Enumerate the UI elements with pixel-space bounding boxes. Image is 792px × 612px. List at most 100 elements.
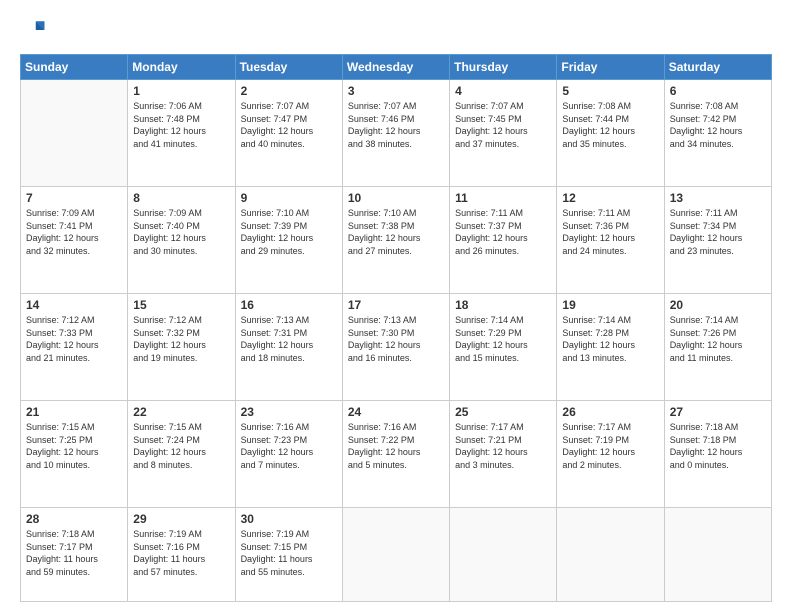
day-number: 8 bbox=[133, 191, 229, 205]
calendar-cell: 9 Sunrise: 7:10 AMSunset: 7:39 PMDaylight… bbox=[235, 187, 342, 294]
calendar-cell: 27 Sunrise: 7:18 AMSunset: 7:18 PMDayligh… bbox=[664, 401, 771, 508]
day-number: 10 bbox=[348, 191, 444, 205]
day-info: Sunrise: 7:17 AMSunset: 7:21 PMDaylight:… bbox=[455, 421, 551, 471]
calendar-row: 7 Sunrise: 7:09 AMSunset: 7:41 PMDaylight… bbox=[21, 187, 772, 294]
day-number: 20 bbox=[670, 298, 766, 312]
day-number: 29 bbox=[133, 512, 229, 526]
day-info: Sunrise: 7:11 AMSunset: 7:34 PMDaylight:… bbox=[670, 207, 766, 257]
day-number: 15 bbox=[133, 298, 229, 312]
logo bbox=[20, 16, 52, 44]
calendar-cell: 18 Sunrise: 7:14 AMSunset: 7:29 PMDayligh… bbox=[450, 294, 557, 401]
day-number: 22 bbox=[133, 405, 229, 419]
weekday-header: Monday bbox=[128, 55, 235, 80]
day-number: 25 bbox=[455, 405, 551, 419]
day-info: Sunrise: 7:11 AMSunset: 7:36 PMDaylight:… bbox=[562, 207, 658, 257]
calendar-cell: 28Sunrise: 7:18 AMSunset: 7:17 PMDayligh… bbox=[21, 508, 128, 602]
day-number: 24 bbox=[348, 405, 444, 419]
day-number: 5 bbox=[562, 84, 658, 98]
day-info: Sunrise: 7:08 AMSunset: 7:42 PMDaylight:… bbox=[670, 100, 766, 150]
calendar-cell: 25 Sunrise: 7:17 AMSunset: 7:21 PMDayligh… bbox=[450, 401, 557, 508]
calendar-cell: 7 Sunrise: 7:09 AMSunset: 7:41 PMDaylight… bbox=[21, 187, 128, 294]
calendar-cell bbox=[342, 508, 449, 602]
day-number: 6 bbox=[670, 84, 766, 98]
calendar-cell: 23 Sunrise: 7:16 AMSunset: 7:23 PMDayligh… bbox=[235, 401, 342, 508]
day-number: 11 bbox=[455, 191, 551, 205]
header bbox=[20, 16, 772, 44]
day-info: Sunrise: 7:12 AMSunset: 7:33 PMDaylight:… bbox=[26, 314, 122, 364]
day-number: 28 bbox=[26, 512, 122, 526]
day-number: 27 bbox=[670, 405, 766, 419]
day-info: Sunrise: 7:07 AMSunset: 7:47 PMDaylight:… bbox=[241, 100, 337, 150]
day-info: Sunrise: 7:14 AMSunset: 7:29 PMDaylight:… bbox=[455, 314, 551, 364]
calendar-cell: 5Sunrise: 7:08 AMSunset: 7:44 PMDaylight… bbox=[557, 80, 664, 187]
day-number: 21 bbox=[26, 405, 122, 419]
day-info: Sunrise: 7:19 AMSunset: 7:16 PMDaylight:… bbox=[133, 528, 229, 578]
weekday-header: Sunday bbox=[21, 55, 128, 80]
calendar-cell: 1Sunrise: 7:06 AMSunset: 7:48 PMDaylight… bbox=[128, 80, 235, 187]
day-info: Sunrise: 7:09 AMSunset: 7:41 PMDaylight:… bbox=[26, 207, 122, 257]
weekday-header: Wednesday bbox=[342, 55, 449, 80]
day-number: 9 bbox=[241, 191, 337, 205]
day-info: Sunrise: 7:07 AMSunset: 7:46 PMDaylight:… bbox=[348, 100, 444, 150]
day-info: Sunrise: 7:11 AMSunset: 7:37 PMDaylight:… bbox=[455, 207, 551, 257]
calendar-cell: 21 Sunrise: 7:15 AMSunset: 7:25 PMDayligh… bbox=[21, 401, 128, 508]
calendar-row: 14 Sunrise: 7:12 AMSunset: 7:33 PMDayligh… bbox=[21, 294, 772, 401]
calendar-header-row: SundayMondayTuesdayWednesdayThursdayFrid… bbox=[21, 55, 772, 80]
day-info: Sunrise: 7:15 AMSunset: 7:25 PMDaylight:… bbox=[26, 421, 122, 471]
weekday-header: Saturday bbox=[664, 55, 771, 80]
day-number: 3 bbox=[348, 84, 444, 98]
calendar-cell: 13 Sunrise: 7:11 AMSunset: 7:34 PMDayligh… bbox=[664, 187, 771, 294]
day-info: Sunrise: 7:09 AMSunset: 7:40 PMDaylight:… bbox=[133, 207, 229, 257]
day-number: 7 bbox=[26, 191, 122, 205]
calendar-cell: 30Sunrise: 7:19 AMSunset: 7:15 PMDayligh… bbox=[235, 508, 342, 602]
day-number: 18 bbox=[455, 298, 551, 312]
calendar-cell: 11 Sunrise: 7:11 AMSunset: 7:37 PMDayligh… bbox=[450, 187, 557, 294]
day-number: 26 bbox=[562, 405, 658, 419]
calendar-cell: 3 Sunrise: 7:07 AMSunset: 7:46 PMDaylight… bbox=[342, 80, 449, 187]
day-info: Sunrise: 7:18 AMSunset: 7:18 PMDaylight:… bbox=[670, 421, 766, 471]
calendar-cell: 14 Sunrise: 7:12 AMSunset: 7:33 PMDayligh… bbox=[21, 294, 128, 401]
calendar-cell bbox=[664, 508, 771, 602]
calendar-cell: 20 Sunrise: 7:14 AMSunset: 7:26 PMDayligh… bbox=[664, 294, 771, 401]
weekday-header: Thursday bbox=[450, 55, 557, 80]
day-info: Sunrise: 7:17 AMSunset: 7:19 PMDaylight:… bbox=[562, 421, 658, 471]
day-info: Sunrise: 7:06 AMSunset: 7:48 PMDaylight:… bbox=[133, 100, 229, 150]
page: SundayMondayTuesdayWednesdayThursdayFrid… bbox=[0, 0, 792, 612]
weekday-header: Tuesday bbox=[235, 55, 342, 80]
calendar-cell: 24Sunrise: 7:16 AMSunset: 7:22 PMDayligh… bbox=[342, 401, 449, 508]
day-number: 4 bbox=[455, 84, 551, 98]
day-number: 14 bbox=[26, 298, 122, 312]
day-number: 12 bbox=[562, 191, 658, 205]
day-info: Sunrise: 7:15 AMSunset: 7:24 PMDaylight:… bbox=[133, 421, 229, 471]
calendar-cell: 6 Sunrise: 7:08 AMSunset: 7:42 PMDaylight… bbox=[664, 80, 771, 187]
calendar-row: 1Sunrise: 7:06 AMSunset: 7:48 PMDaylight… bbox=[21, 80, 772, 187]
day-number: 16 bbox=[241, 298, 337, 312]
calendar-cell: 26 Sunrise: 7:17 AMSunset: 7:19 PMDayligh… bbox=[557, 401, 664, 508]
day-info: Sunrise: 7:10 AMSunset: 7:38 PMDaylight:… bbox=[348, 207, 444, 257]
day-info: Sunrise: 7:10 AMSunset: 7:39 PMDaylight:… bbox=[241, 207, 337, 257]
calendar-cell: 22 Sunrise: 7:15 AMSunset: 7:24 PMDayligh… bbox=[128, 401, 235, 508]
calendar-cell: 4 Sunrise: 7:07 AMSunset: 7:45 PMDaylight… bbox=[450, 80, 557, 187]
day-info: Sunrise: 7:07 AMSunset: 7:45 PMDaylight:… bbox=[455, 100, 551, 150]
calendar-cell: 16Sunrise: 7:13 AMSunset: 7:31 PMDayligh… bbox=[235, 294, 342, 401]
calendar-cell: 15 Sunrise: 7:12 AMSunset: 7:32 PMDayligh… bbox=[128, 294, 235, 401]
day-number: 17 bbox=[348, 298, 444, 312]
calendar-cell: 10 Sunrise: 7:10 AMSunset: 7:38 PMDayligh… bbox=[342, 187, 449, 294]
calendar-cell: 12 Sunrise: 7:11 AMSunset: 7:36 PMDayligh… bbox=[557, 187, 664, 294]
day-number: 19 bbox=[562, 298, 658, 312]
logo-icon bbox=[20, 16, 48, 44]
calendar-cell bbox=[450, 508, 557, 602]
day-info: Sunrise: 7:16 AMSunset: 7:23 PMDaylight:… bbox=[241, 421, 337, 471]
calendar-row: 28Sunrise: 7:18 AMSunset: 7:17 PMDayligh… bbox=[21, 508, 772, 602]
day-info: Sunrise: 7:13 AMSunset: 7:30 PMDaylight:… bbox=[348, 314, 444, 364]
weekday-header: Friday bbox=[557, 55, 664, 80]
day-info: Sunrise: 7:12 AMSunset: 7:32 PMDaylight:… bbox=[133, 314, 229, 364]
day-number: 13 bbox=[670, 191, 766, 205]
calendar-cell: 8 Sunrise: 7:09 AMSunset: 7:40 PMDaylight… bbox=[128, 187, 235, 294]
calendar-row: 21 Sunrise: 7:15 AMSunset: 7:25 PMDayligh… bbox=[21, 401, 772, 508]
calendar-cell bbox=[21, 80, 128, 187]
day-info: Sunrise: 7:14 AMSunset: 7:26 PMDaylight:… bbox=[670, 314, 766, 364]
day-info: Sunrise: 7:14 AMSunset: 7:28 PMDaylight:… bbox=[562, 314, 658, 364]
calendar-cell bbox=[557, 508, 664, 602]
day-number: 23 bbox=[241, 405, 337, 419]
